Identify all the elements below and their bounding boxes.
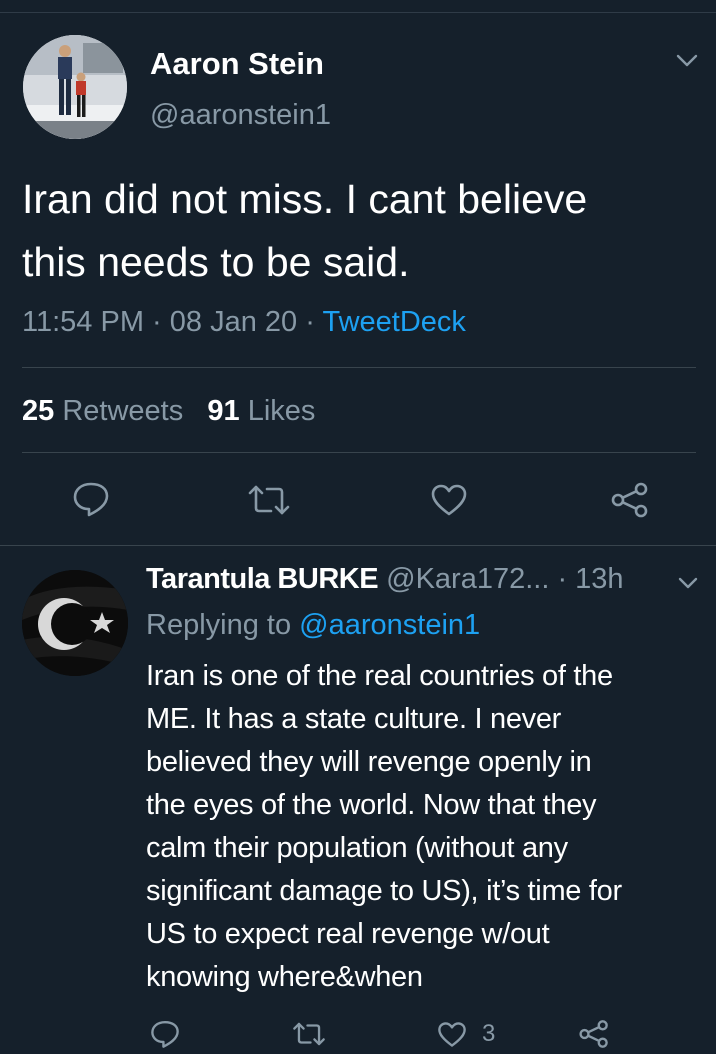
- replying-to: Replying to @aaronstein1: [146, 609, 480, 642]
- tweet-text-line: Iran did not miss. I cant believe: [22, 176, 588, 222]
- author-name[interactable]: Aaron Stein: [150, 46, 324, 82]
- tweet-date: 08 Jan 20: [169, 306, 298, 338]
- reply-text-line: ME. It has a state culture. I never: [146, 703, 562, 735]
- replying-prefix: Replying to: [146, 609, 292, 641]
- divider: [22, 452, 696, 453]
- reply-text-line: the eyes of the world. Now that they: [146, 789, 597, 821]
- reply-text-line: knowing where&when: [146, 961, 423, 993]
- reply-text-line: US to expect real revenge w/out: [146, 918, 550, 950]
- divider: [0, 545, 716, 546]
- tweet-meta: 11:54 PM · 08 Jan 20 · TweetDeck: [22, 306, 466, 339]
- tweet-time: 11:54 PM: [22, 306, 144, 338]
- divider: [22, 367, 696, 368]
- heart-icon[interactable]: [430, 483, 468, 522]
- tweet-text: Iran did not miss. I cant believe this n…: [22, 168, 702, 294]
- reply-text-line: significant damage to US), it’s time for: [146, 875, 622, 907]
- like-count: 91: [207, 395, 240, 427]
- retweet-icon[interactable]: [292, 1021, 326, 1052]
- tweet-text-line: this needs to be said.: [22, 239, 410, 285]
- separator: ·: [152, 306, 162, 338]
- author-handle[interactable]: @aaronstein1: [150, 99, 331, 132]
- retweets-link[interactable]: 25 Retweets: [22, 395, 183, 427]
- reply-author-handle[interactable]: @Kara172...: [386, 563, 549, 595]
- chevron-down-icon[interactable]: [678, 576, 698, 594]
- tweet-source-link[interactable]: TweetDeck: [322, 306, 465, 338]
- reply-text-line: calm their population (without any: [146, 832, 568, 864]
- reply-text-line: Iran is one of the real countries of the: [146, 660, 613, 692]
- reply-text-line: believed they will revenge openly in: [146, 746, 592, 778]
- like-label: Likes: [247, 395, 316, 427]
- reply-text: Iran is one of the real countries of the…: [146, 655, 706, 999]
- retweet-count: 25: [22, 395, 55, 427]
- chevron-down-icon[interactable]: [676, 54, 698, 73]
- top-divider: [0, 12, 716, 13]
- heart-icon[interactable]: [437, 1021, 467, 1053]
- retweet-label: Retweets: [62, 395, 184, 427]
- separator: ·: [305, 306, 315, 338]
- tweet-stats: 25 Retweets 91 Likes: [22, 395, 315, 428]
- reply-author-name[interactable]: Tarantula BURKE: [146, 563, 379, 595]
- reply-like-count: 3: [482, 1020, 496, 1047]
- author-avatar[interactable]: [23, 35, 127, 139]
- likes-link[interactable]: 91 Likes: [207, 395, 315, 427]
- reply-timestamp: · 13h: [557, 563, 624, 595]
- reply-author-avatar[interactable]: [22, 570, 128, 676]
- reply-icon[interactable]: [72, 481, 110, 522]
- share-icon[interactable]: [610, 481, 650, 524]
- retweet-icon[interactable]: [247, 484, 291, 521]
- replying-mention-link[interactable]: @aaronstein1: [299, 609, 480, 641]
- reply-header: Tarantula BURKE @Kara172... · 13h: [146, 563, 624, 596]
